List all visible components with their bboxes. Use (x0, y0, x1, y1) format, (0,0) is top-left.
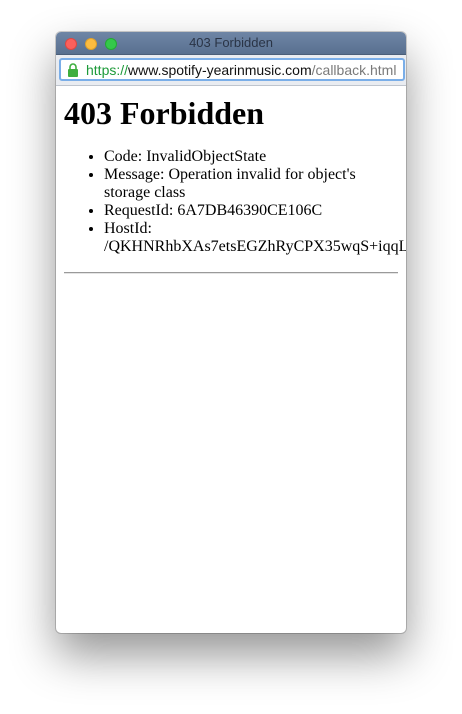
item-label: RequestId: (104, 202, 178, 219)
url-text[interactable]: https://www.spotify-yearinmusic.com/call… (86, 62, 396, 78)
item-value: InvalidObjectState (146, 148, 267, 165)
url-path: /callback.html (311, 62, 397, 78)
item-value: /QKHNRhbXAs7etsEGZhRyCPX35wqS+iqqL (104, 238, 406, 255)
item-value: 6A7DB46390CE106C (177, 202, 323, 219)
page-heading: 403 Forbidden (64, 95, 265, 131)
address-bar: https://www.spotify-yearinmusic.com/call… (56, 55, 406, 86)
lock-icon (68, 63, 78, 77)
item-label: Message: (104, 166, 169, 183)
error-details-list: Code: InvalidObjectState Message: Operat… (64, 148, 406, 256)
list-item-message: Message: Operation invalid for object's … (104, 166, 364, 202)
browser-window: 403 Forbidden https://www.spotify-yearin… (56, 32, 406, 633)
url-field[interactable]: https://www.spotify-yearinmusic.com/call… (59, 58, 405, 81)
page-content: 403 Forbidden Code: InvalidObjectState M… (56, 95, 406, 274)
url-host: www.spotify-yearinmusic.com (128, 62, 312, 78)
item-label: Code: (104, 148, 147, 165)
window-title: 403 Forbidden (189, 35, 273, 50)
list-item-code: Code: InvalidObjectState (104, 148, 398, 166)
title-bar[interactable]: 403 Forbidden (56, 32, 406, 55)
url-scheme: https:// (86, 62, 129, 78)
list-item-request-id: RequestId: 6A7DB46390CE106C (104, 202, 398, 220)
list-item-host-id: HostId: /QKHNRhbXAs7etsEGZhRyCPX35wqS+iq… (104, 220, 406, 256)
item-label: HostId: (104, 220, 152, 237)
divider (64, 272, 398, 274)
